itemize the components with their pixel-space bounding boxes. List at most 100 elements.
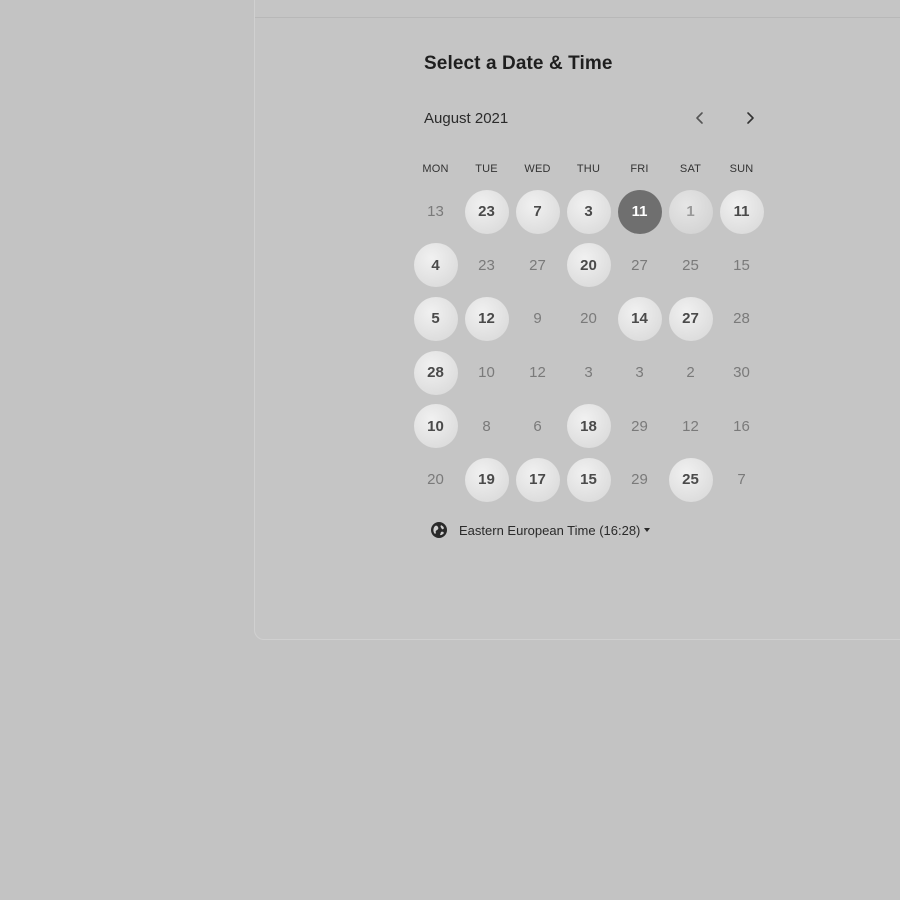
day-cell: 15	[563, 453, 614, 507]
available-day-button[interactable]: 27	[668, 296, 713, 341]
chevron-right-icon	[747, 112, 754, 124]
previous-month-button[interactable]	[687, 105, 713, 131]
unavailable-day: 15	[733, 256, 750, 274]
month-label: August 2021	[424, 110, 509, 127]
day-cell: 20	[563, 239, 614, 293]
available-day-button[interactable]: 23	[464, 189, 509, 234]
unavailable-day: 29	[631, 417, 648, 435]
day-cell: 12	[512, 346, 563, 400]
day-cell: 11	[614, 185, 665, 239]
selected-day-button[interactable]: 11	[617, 189, 662, 234]
available-day-button[interactable]: 7	[515, 189, 560, 234]
day-cell: 1	[665, 185, 716, 239]
unavailable-day: 20	[427, 471, 444, 489]
unavailable-day: 27	[631, 256, 648, 274]
unavailable-day: 25	[682, 256, 699, 274]
available-day-button[interactable]: 10	[413, 404, 458, 449]
day-cell: 17	[512, 453, 563, 507]
available-day-button[interactable]: 15	[566, 457, 611, 502]
available-day-button[interactable]: 5	[413, 296, 458, 341]
weekday-fri: FRI	[630, 163, 649, 175]
next-month-button[interactable]	[737, 105, 763, 131]
days-grid: 13 23 7 3 11 1 11 4 23 27 20 27 25 15 5 12 9 20 14 27 28 28 10…	[410, 185, 767, 507]
unavailable-day: 23	[478, 256, 495, 274]
day-cell: 13	[410, 185, 461, 239]
day-cell: 7	[716, 453, 767, 507]
day-cell: 29	[614, 453, 665, 507]
unavailable-day: 8	[482, 417, 491, 435]
timezone-selector[interactable]: Eastern European Time (16:28)	[430, 521, 651, 539]
scheduler-card: Select a Date & Time August 2021 MON TUE W…	[254, 0, 900, 640]
unavailable-day: 27	[529, 256, 546, 274]
weekday-header: MON TUE WED THU FRI SAT SUN	[410, 159, 767, 179]
available-day-button[interactable]: 1	[668, 189, 713, 234]
available-day-button[interactable]: 11	[719, 189, 764, 234]
timezone-label: Eastern European Time (16:28)	[459, 522, 641, 538]
day-cell: 8	[461, 399, 512, 453]
day-cell: 3	[563, 185, 614, 239]
day-cell: 9	[512, 292, 563, 346]
day-cell: 6	[512, 399, 563, 453]
unavailable-day: 3	[584, 364, 593, 382]
day-cell: 15	[716, 239, 767, 293]
available-day-button[interactable]: 4	[413, 243, 458, 288]
weekday-tue: TUE	[475, 163, 498, 175]
day-cell: 16	[716, 399, 767, 453]
unavailable-day: 7	[737, 471, 746, 489]
unavailable-day: 9	[533, 310, 542, 328]
divider	[255, 17, 900, 18]
available-day-button[interactable]: 20	[566, 243, 611, 288]
available-day-button[interactable]: 18	[566, 404, 611, 449]
day-cell: 18	[563, 399, 614, 453]
chevron-left-icon	[696, 112, 703, 124]
weekday-sat: SAT	[679, 163, 702, 175]
globe-icon	[430, 521, 448, 539]
day-cell: 4	[410, 239, 461, 293]
day-cell: 25	[665, 453, 716, 507]
day-cell: 3	[563, 346, 614, 400]
weekday-wed: WED	[524, 163, 551, 175]
page-title: Select a Date & Time	[424, 53, 613, 74]
unavailable-day: 16	[733, 417, 750, 435]
day-cell: 28	[410, 346, 461, 400]
day-cell: 20	[563, 292, 614, 346]
day-cell: 19	[461, 453, 512, 507]
available-day-button[interactable]: 28	[413, 350, 458, 395]
day-cell: 20	[410, 453, 461, 507]
day-cell: 10	[410, 399, 461, 453]
calendar-grid: MON TUE WED THU FRI SAT SUN 13 23 7 3 11 1 11 4 23 27 20…	[410, 159, 767, 507]
day-cell: 27	[512, 239, 563, 293]
available-day-button[interactable]: 12	[464, 296, 509, 341]
unavailable-day: 20	[580, 310, 597, 328]
day-cell: 14	[614, 292, 665, 346]
available-day-button[interactable]: 17	[515, 457, 560, 502]
day-cell: 7	[512, 185, 563, 239]
unavailable-day: 29	[631, 471, 648, 489]
day-cell: 23	[461, 239, 512, 293]
day-cell: 29	[614, 399, 665, 453]
day-cell: 30	[716, 346, 767, 400]
unavailable-day: 12	[682, 417, 699, 435]
available-day-button[interactable]: 25	[668, 457, 713, 502]
unavailable-day: 3	[635, 364, 644, 382]
day-cell: 3	[614, 346, 665, 400]
unavailable-day: 6	[533, 417, 542, 435]
unavailable-day: 10	[478, 364, 495, 382]
unavailable-day: 12	[529, 364, 546, 382]
day-cell: 11	[716, 185, 767, 239]
day-cell: 27	[614, 239, 665, 293]
day-cell: 28	[716, 292, 767, 346]
unavailable-day: 28	[733, 310, 750, 328]
caret-down-icon	[644, 528, 651, 532]
available-day-button[interactable]: 14	[617, 296, 662, 341]
day-cell: 25	[665, 239, 716, 293]
day-cell: 12	[665, 399, 716, 453]
day-cell: 12	[461, 292, 512, 346]
available-day-button[interactable]: 3	[566, 189, 611, 234]
day-cell: 27	[665, 292, 716, 346]
weekday-thu: THU	[576, 163, 601, 175]
day-cell: 5	[410, 292, 461, 346]
day-cell: 2	[665, 346, 716, 400]
unavailable-day: 2	[686, 364, 695, 382]
available-day-button[interactable]: 19	[464, 457, 509, 502]
